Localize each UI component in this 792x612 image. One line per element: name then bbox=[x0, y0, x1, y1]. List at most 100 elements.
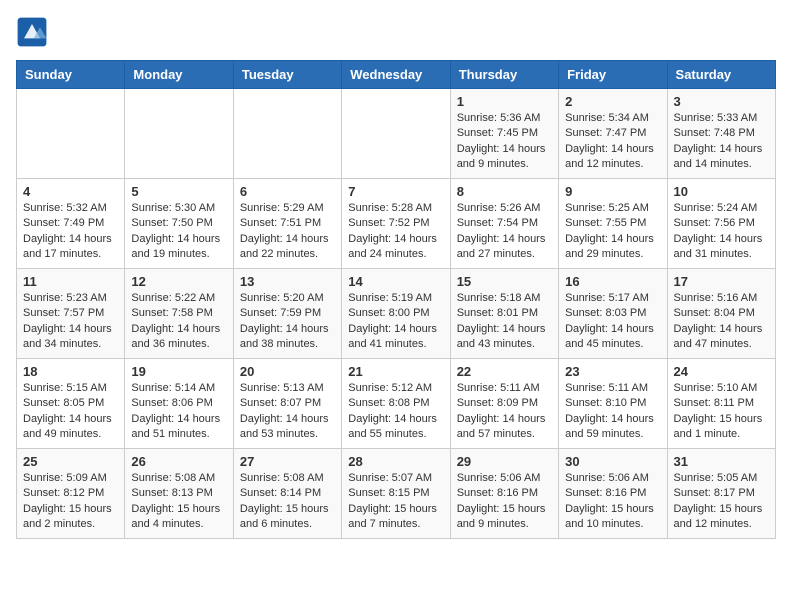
day-info: Daylight: 14 hours bbox=[131, 412, 226, 427]
day-info: Sunset: 7:51 PM bbox=[240, 216, 335, 231]
day-info: Sunrise: 5:15 AM bbox=[23, 381, 118, 396]
day-info: and 38 minutes. bbox=[240, 337, 335, 352]
calendar-cell: 9Sunrise: 5:25 AMSunset: 7:55 PMDaylight… bbox=[559, 179, 667, 269]
calendar-cell: 10Sunrise: 5:24 AMSunset: 7:56 PMDayligh… bbox=[667, 179, 775, 269]
day-number: 17 bbox=[674, 274, 769, 289]
day-info: Sunset: 7:45 PM bbox=[457, 126, 552, 141]
day-info: Sunrise: 5:36 AM bbox=[457, 111, 552, 126]
day-number: 13 bbox=[240, 274, 335, 289]
day-info: Sunrise: 5:18 AM bbox=[457, 291, 552, 306]
day-number: 3 bbox=[674, 94, 769, 109]
day-info: Daylight: 14 hours bbox=[131, 322, 226, 337]
day-info: Sunrise: 5:14 AM bbox=[131, 381, 226, 396]
day-info: and 22 minutes. bbox=[240, 247, 335, 262]
day-info: and 45 minutes. bbox=[565, 337, 660, 352]
day-info: Daylight: 15 hours bbox=[674, 502, 769, 517]
day-number: 24 bbox=[674, 364, 769, 379]
calendar-week-3: 11Sunrise: 5:23 AMSunset: 7:57 PMDayligh… bbox=[17, 269, 776, 359]
day-info: Sunset: 8:05 PM bbox=[23, 396, 118, 411]
day-info: Daylight: 14 hours bbox=[23, 322, 118, 337]
day-info: Sunset: 7:57 PM bbox=[23, 306, 118, 321]
day-info: Sunrise: 5:11 AM bbox=[565, 381, 660, 396]
day-info: Daylight: 14 hours bbox=[457, 232, 552, 247]
day-info: Daylight: 14 hours bbox=[457, 322, 552, 337]
calendar-cell: 3Sunrise: 5:33 AMSunset: 7:48 PMDaylight… bbox=[667, 89, 775, 179]
calendar-cell: 6Sunrise: 5:29 AMSunset: 7:51 PMDaylight… bbox=[233, 179, 341, 269]
day-info: and 59 minutes. bbox=[565, 427, 660, 442]
calendar-cell: 27Sunrise: 5:08 AMSunset: 8:14 PMDayligh… bbox=[233, 449, 341, 539]
day-info: Sunset: 7:59 PM bbox=[240, 306, 335, 321]
day-info: Sunset: 8:15 PM bbox=[348, 486, 443, 501]
day-info: Daylight: 15 hours bbox=[457, 502, 552, 517]
day-info: Sunrise: 5:22 AM bbox=[131, 291, 226, 306]
day-info: Sunset: 8:00 PM bbox=[348, 306, 443, 321]
header-row: SundayMondayTuesdayWednesdayThursdayFrid… bbox=[17, 61, 776, 89]
day-info: and 9 minutes. bbox=[457, 157, 552, 172]
day-info: and 51 minutes. bbox=[131, 427, 226, 442]
day-info: Sunrise: 5:29 AM bbox=[240, 201, 335, 216]
header-day-saturday: Saturday bbox=[667, 61, 775, 89]
calendar-cell: 30Sunrise: 5:06 AMSunset: 8:16 PMDayligh… bbox=[559, 449, 667, 539]
day-info: and 24 minutes. bbox=[348, 247, 443, 262]
day-info: Daylight: 14 hours bbox=[23, 412, 118, 427]
day-info: Daylight: 14 hours bbox=[240, 412, 335, 427]
logo bbox=[16, 16, 54, 48]
calendar-table: SundayMondayTuesdayWednesdayThursdayFrid… bbox=[16, 60, 776, 539]
day-info: Sunrise: 5:25 AM bbox=[565, 201, 660, 216]
calendar-week-4: 18Sunrise: 5:15 AMSunset: 8:05 PMDayligh… bbox=[17, 359, 776, 449]
day-info: and 53 minutes. bbox=[240, 427, 335, 442]
day-number: 26 bbox=[131, 454, 226, 469]
day-number: 18 bbox=[23, 364, 118, 379]
day-info: Sunset: 8:13 PM bbox=[131, 486, 226, 501]
calendar-cell: 18 Sunrise: 5:15 AMSunset: 8:05 PMDayligh… bbox=[17, 359, 125, 449]
header-day-friday: Friday bbox=[559, 61, 667, 89]
day-info: Sunset: 8:04 PM bbox=[674, 306, 769, 321]
day-number: 20 bbox=[240, 364, 335, 379]
calendar-cell bbox=[125, 89, 233, 179]
day-info: Daylight: 15 hours bbox=[240, 502, 335, 517]
day-info: and 14 minutes. bbox=[674, 157, 769, 172]
day-number: 28 bbox=[348, 454, 443, 469]
day-number: 23 bbox=[565, 364, 660, 379]
calendar-cell: 16Sunrise: 5:17 AMSunset: 8:03 PMDayligh… bbox=[559, 269, 667, 359]
day-number: 7 bbox=[348, 184, 443, 199]
calendar-cell: 14Sunrise: 5:19 AMSunset: 8:00 PMDayligh… bbox=[342, 269, 450, 359]
calendar-cell: 29Sunrise: 5:06 AMSunset: 8:16 PMDayligh… bbox=[450, 449, 558, 539]
calendar-cell: 22Sunrise: 5:11 AMSunset: 8:09 PMDayligh… bbox=[450, 359, 558, 449]
calendar-cell: 21Sunrise: 5:12 AMSunset: 8:08 PMDayligh… bbox=[342, 359, 450, 449]
day-info: Sunrise: 5:16 AM bbox=[674, 291, 769, 306]
day-info: Daylight: 14 hours bbox=[674, 232, 769, 247]
day-info: Sunrise: 5:23 AM bbox=[23, 291, 118, 306]
day-info: Sunrise: 5:11 AM bbox=[457, 381, 552, 396]
day-info: Sunrise: 5:08 AM bbox=[131, 471, 226, 486]
day-number: 14 bbox=[348, 274, 443, 289]
day-info: Sunset: 8:08 PM bbox=[348, 396, 443, 411]
day-info: Sunset: 8:17 PM bbox=[674, 486, 769, 501]
calendar-cell: 15Sunrise: 5:18 AMSunset: 8:01 PMDayligh… bbox=[450, 269, 558, 359]
day-info: and 2 minutes. bbox=[23, 517, 118, 532]
day-number: 1 bbox=[457, 94, 552, 109]
day-info: Sunrise: 5:10 AM bbox=[674, 381, 769, 396]
header-day-monday: Monday bbox=[125, 61, 233, 89]
day-number: 9 bbox=[565, 184, 660, 199]
day-info: Sunset: 8:14 PM bbox=[240, 486, 335, 501]
day-info: Sunset: 8:10 PM bbox=[565, 396, 660, 411]
day-info: Sunset: 8:12 PM bbox=[23, 486, 118, 501]
day-info: and 12 minutes. bbox=[674, 517, 769, 532]
day-number: 8 bbox=[457, 184, 552, 199]
day-info: and 36 minutes. bbox=[131, 337, 226, 352]
day-info: Daylight: 14 hours bbox=[457, 142, 552, 157]
day-info: Sunrise: 5:26 AM bbox=[457, 201, 552, 216]
calendar-cell: 13Sunrise: 5:20 AMSunset: 7:59 PMDayligh… bbox=[233, 269, 341, 359]
calendar-cell: 5Sunrise: 5:30 AMSunset: 7:50 PMDaylight… bbox=[125, 179, 233, 269]
calendar-week-1: 1Sunrise: 5:36 AMSunset: 7:45 PMDaylight… bbox=[17, 89, 776, 179]
day-info: Sunset: 7:50 PM bbox=[131, 216, 226, 231]
day-info: Sunset: 8:16 PM bbox=[457, 486, 552, 501]
calendar-cell: 31Sunrise: 5:05 AMSunset: 8:17 PMDayligh… bbox=[667, 449, 775, 539]
day-number: 19 bbox=[131, 364, 226, 379]
calendar-week-2: 4Sunrise: 5:32 AMSunset: 7:49 PMDaylight… bbox=[17, 179, 776, 269]
day-info: Sunrise: 5:05 AM bbox=[674, 471, 769, 486]
day-info: Daylight: 14 hours bbox=[674, 142, 769, 157]
day-info: and 34 minutes. bbox=[23, 337, 118, 352]
day-info: Daylight: 14 hours bbox=[348, 232, 443, 247]
